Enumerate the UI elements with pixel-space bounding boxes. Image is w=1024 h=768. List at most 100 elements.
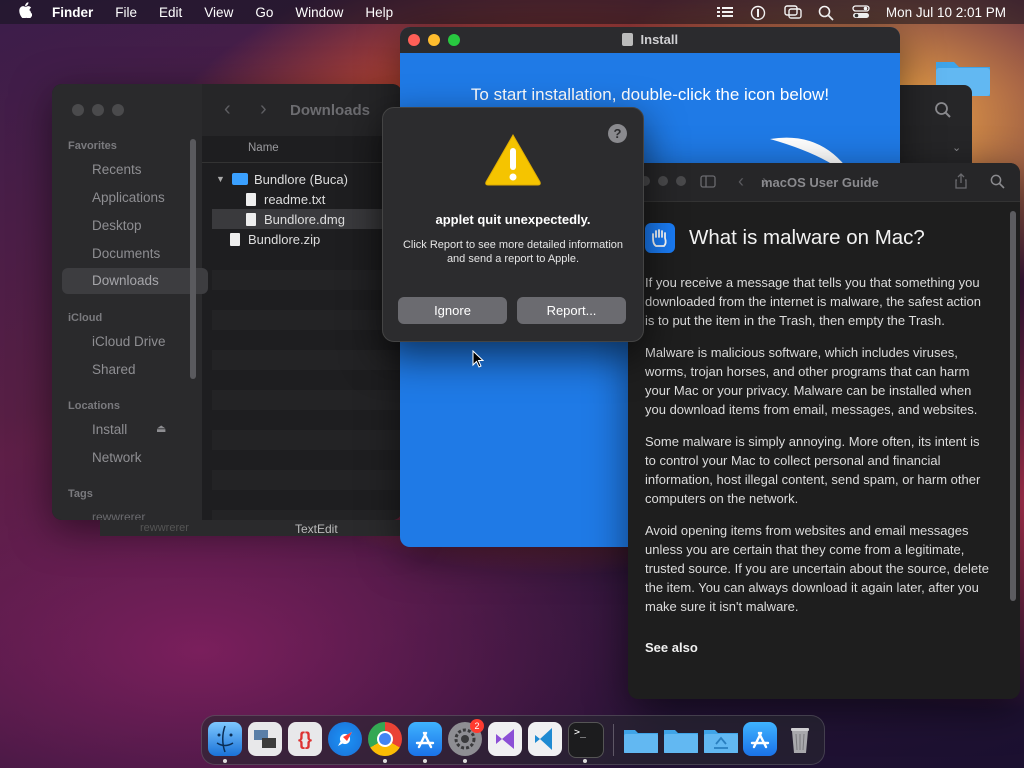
menu-app-name[interactable]: Finder <box>52 5 93 20</box>
finder-icon[interactable] <box>208 722 242 756</box>
screen-mirroring-icon[interactable] <box>784 5 802 19</box>
file-name: Bundlore.zip <box>248 231 321 247</box>
back-icon[interactable]: ‹ <box>224 98 231 121</box>
search-icon[interactable] <box>990 174 1005 194</box>
folder-icon[interactable] <box>623 722 658 756</box>
sidebar-item-documents[interactable]: Documents <box>92 246 160 261</box>
menu-window[interactable]: Window <box>295 5 343 20</box>
notification-badge: 2 <box>470 719 484 733</box>
menu-help[interactable]: Help <box>365 5 393 20</box>
warning-icon <box>485 133 541 186</box>
sidebar-item-recents[interactable]: Recents <box>92 162 142 177</box>
file-row-folder[interactable]: ▼ Bundlore (Buca) <box>212 169 402 189</box>
back-icon[interactable]: ‹ <box>738 171 744 192</box>
app-store-icon[interactable] <box>743 722 777 756</box>
sidebar-item-icloud-drive[interactable]: iCloud Drive <box>92 334 166 349</box>
sidebar-section-icloud: iCloud <box>68 312 103 324</box>
menu-file[interactable]: File <box>115 5 137 20</box>
list-stripe <box>212 390 402 410</box>
sidebar-item-install[interactable]: Install <box>92 422 127 437</box>
apple-menu-icon[interactable] <box>18 2 38 22</box>
search-icon[interactable] <box>818 5 834 21</box>
zoom-button[interactable] <box>112 104 124 116</box>
list-stripe <box>212 310 402 330</box>
column-header-name-label: Name <box>248 142 279 154</box>
finder-window-controls <box>72 104 124 116</box>
dock-divider <box>613 724 614 756</box>
file-row-dmg[interactable]: Bundlore.dmg <box>212 209 402 229</box>
sidebar-section-favorites: Favorites <box>68 140 117 152</box>
sidebar-section-tags: Tags <box>68 488 93 500</box>
article-paragraph-3: Some malware is simply annoying. More of… <box>645 434 981 506</box>
folder-icon[interactable] <box>663 722 698 756</box>
file-row-zip[interactable]: Bundlore.zip <box>212 229 402 249</box>
background-window: ⌄ <box>900 85 972 165</box>
install-title-text: Install <box>640 32 679 47</box>
sidebar-item-network[interactable]: Network <box>92 450 142 465</box>
terminal-icon[interactable]: >_ <box>568 722 604 758</box>
disk-icon <box>621 33 633 46</box>
menu-view[interactable]: View <box>204 5 233 20</box>
article-heading: What is malware on Mac? <box>645 223 990 253</box>
textedit-window-edge[interactable]: rewwrerer TextEdit <box>100 520 400 536</box>
zip-icon <box>230 232 240 246</box>
menu-edit[interactable]: Edit <box>159 5 182 20</box>
finder-sidebar: Favorites Recents Applications Desktop D… <box>52 84 208 520</box>
file-row-readme[interactable]: readme.txt <box>212 189 402 209</box>
running-indicator <box>463 759 467 763</box>
zoom-button[interactable] <box>676 176 686 186</box>
article-paragraph-1: If you receive a message that tells you … <box>645 275 982 328</box>
disk-image-icon <box>246 212 256 226</box>
guide-title: macOS User Guide <box>761 175 879 190</box>
visual-studio-icon[interactable] <box>488 722 522 756</box>
sidebar-item-downloads[interactable]: Downloads <box>62 268 208 294</box>
trash-icon[interactable] <box>783 722 817 756</box>
file-name: Bundlore (Buca) <box>254 171 348 187</box>
column-header-name[interactable]: Name <box>202 136 402 163</box>
downloads-folder-icon[interactable] <box>703 722 738 756</box>
file-name: Bundlore.dmg <box>264 211 345 227</box>
dialog-message: Click Report to see more detailed inform… <box>402 239 624 265</box>
search-icon[interactable] <box>934 101 952 124</box>
list-icon[interactable] <box>716 5 733 19</box>
sidebar-item-applications[interactable]: Applications <box>92 190 165 205</box>
sidebar-tag-item[interactable]: rewwrerer <box>92 510 145 520</box>
vscode-icon[interactable] <box>528 722 562 756</box>
finder-window: Favorites Recents Applications Desktop D… <box>52 84 402 520</box>
running-indicator <box>583 759 587 763</box>
eject-icon[interactable]: ⏏ <box>156 422 166 435</box>
script-editor-icon[interactable]: {} <box>288 722 322 756</box>
list-stripe <box>212 350 402 370</box>
ignore-button[interactable]: Ignore <box>398 297 507 324</box>
article-heading-text: What is malware on Mac? <box>689 226 925 249</box>
document-icon <box>246 192 256 206</box>
install-title: Install <box>400 32 900 47</box>
share-icon[interactable] <box>954 173 968 194</box>
safari-icon[interactable] <box>328 722 362 756</box>
install-instructions: To start installation, double-click the … <box>470 85 830 104</box>
chevron-down-icon[interactable]: ⌄ <box>952 141 961 154</box>
forward-icon[interactable]: › <box>260 98 267 121</box>
running-indicator <box>223 759 227 763</box>
app-store-icon[interactable] <box>408 722 442 756</box>
sidebar-item-shared[interactable]: Shared <box>92 362 136 377</box>
minimize-button[interactable] <box>658 176 668 186</box>
guide-scrollbar[interactable] <box>1010 211 1016 601</box>
close-button[interactable] <box>72 104 84 116</box>
sidebar-item-desktop[interactable]: Desktop <box>92 218 142 233</box>
accessibility-icon[interactable] <box>750 5 766 21</box>
folder-icon <box>232 173 248 185</box>
sidebar-scrollbar[interactable] <box>190 139 196 379</box>
report-button[interactable]: Report... <box>517 297 626 324</box>
chrome-icon[interactable] <box>368 722 402 756</box>
menu-clock[interactable]: Mon Jul 10 2:01 PM <box>886 5 1006 20</box>
preview-icon[interactable] <box>248 722 282 756</box>
sidebar-toggle-icon[interactable] <box>700 175 716 193</box>
control-center-icon[interactable] <box>852 5 870 19</box>
menu-go[interactable]: Go <box>255 5 273 20</box>
minimize-button[interactable] <box>92 104 104 116</box>
hand-stop-icon <box>645 223 675 253</box>
list-stripe <box>212 270 402 290</box>
help-button[interactable]: ? <box>608 124 627 143</box>
disclosure-icon[interactable]: ▼ <box>216 174 230 184</box>
